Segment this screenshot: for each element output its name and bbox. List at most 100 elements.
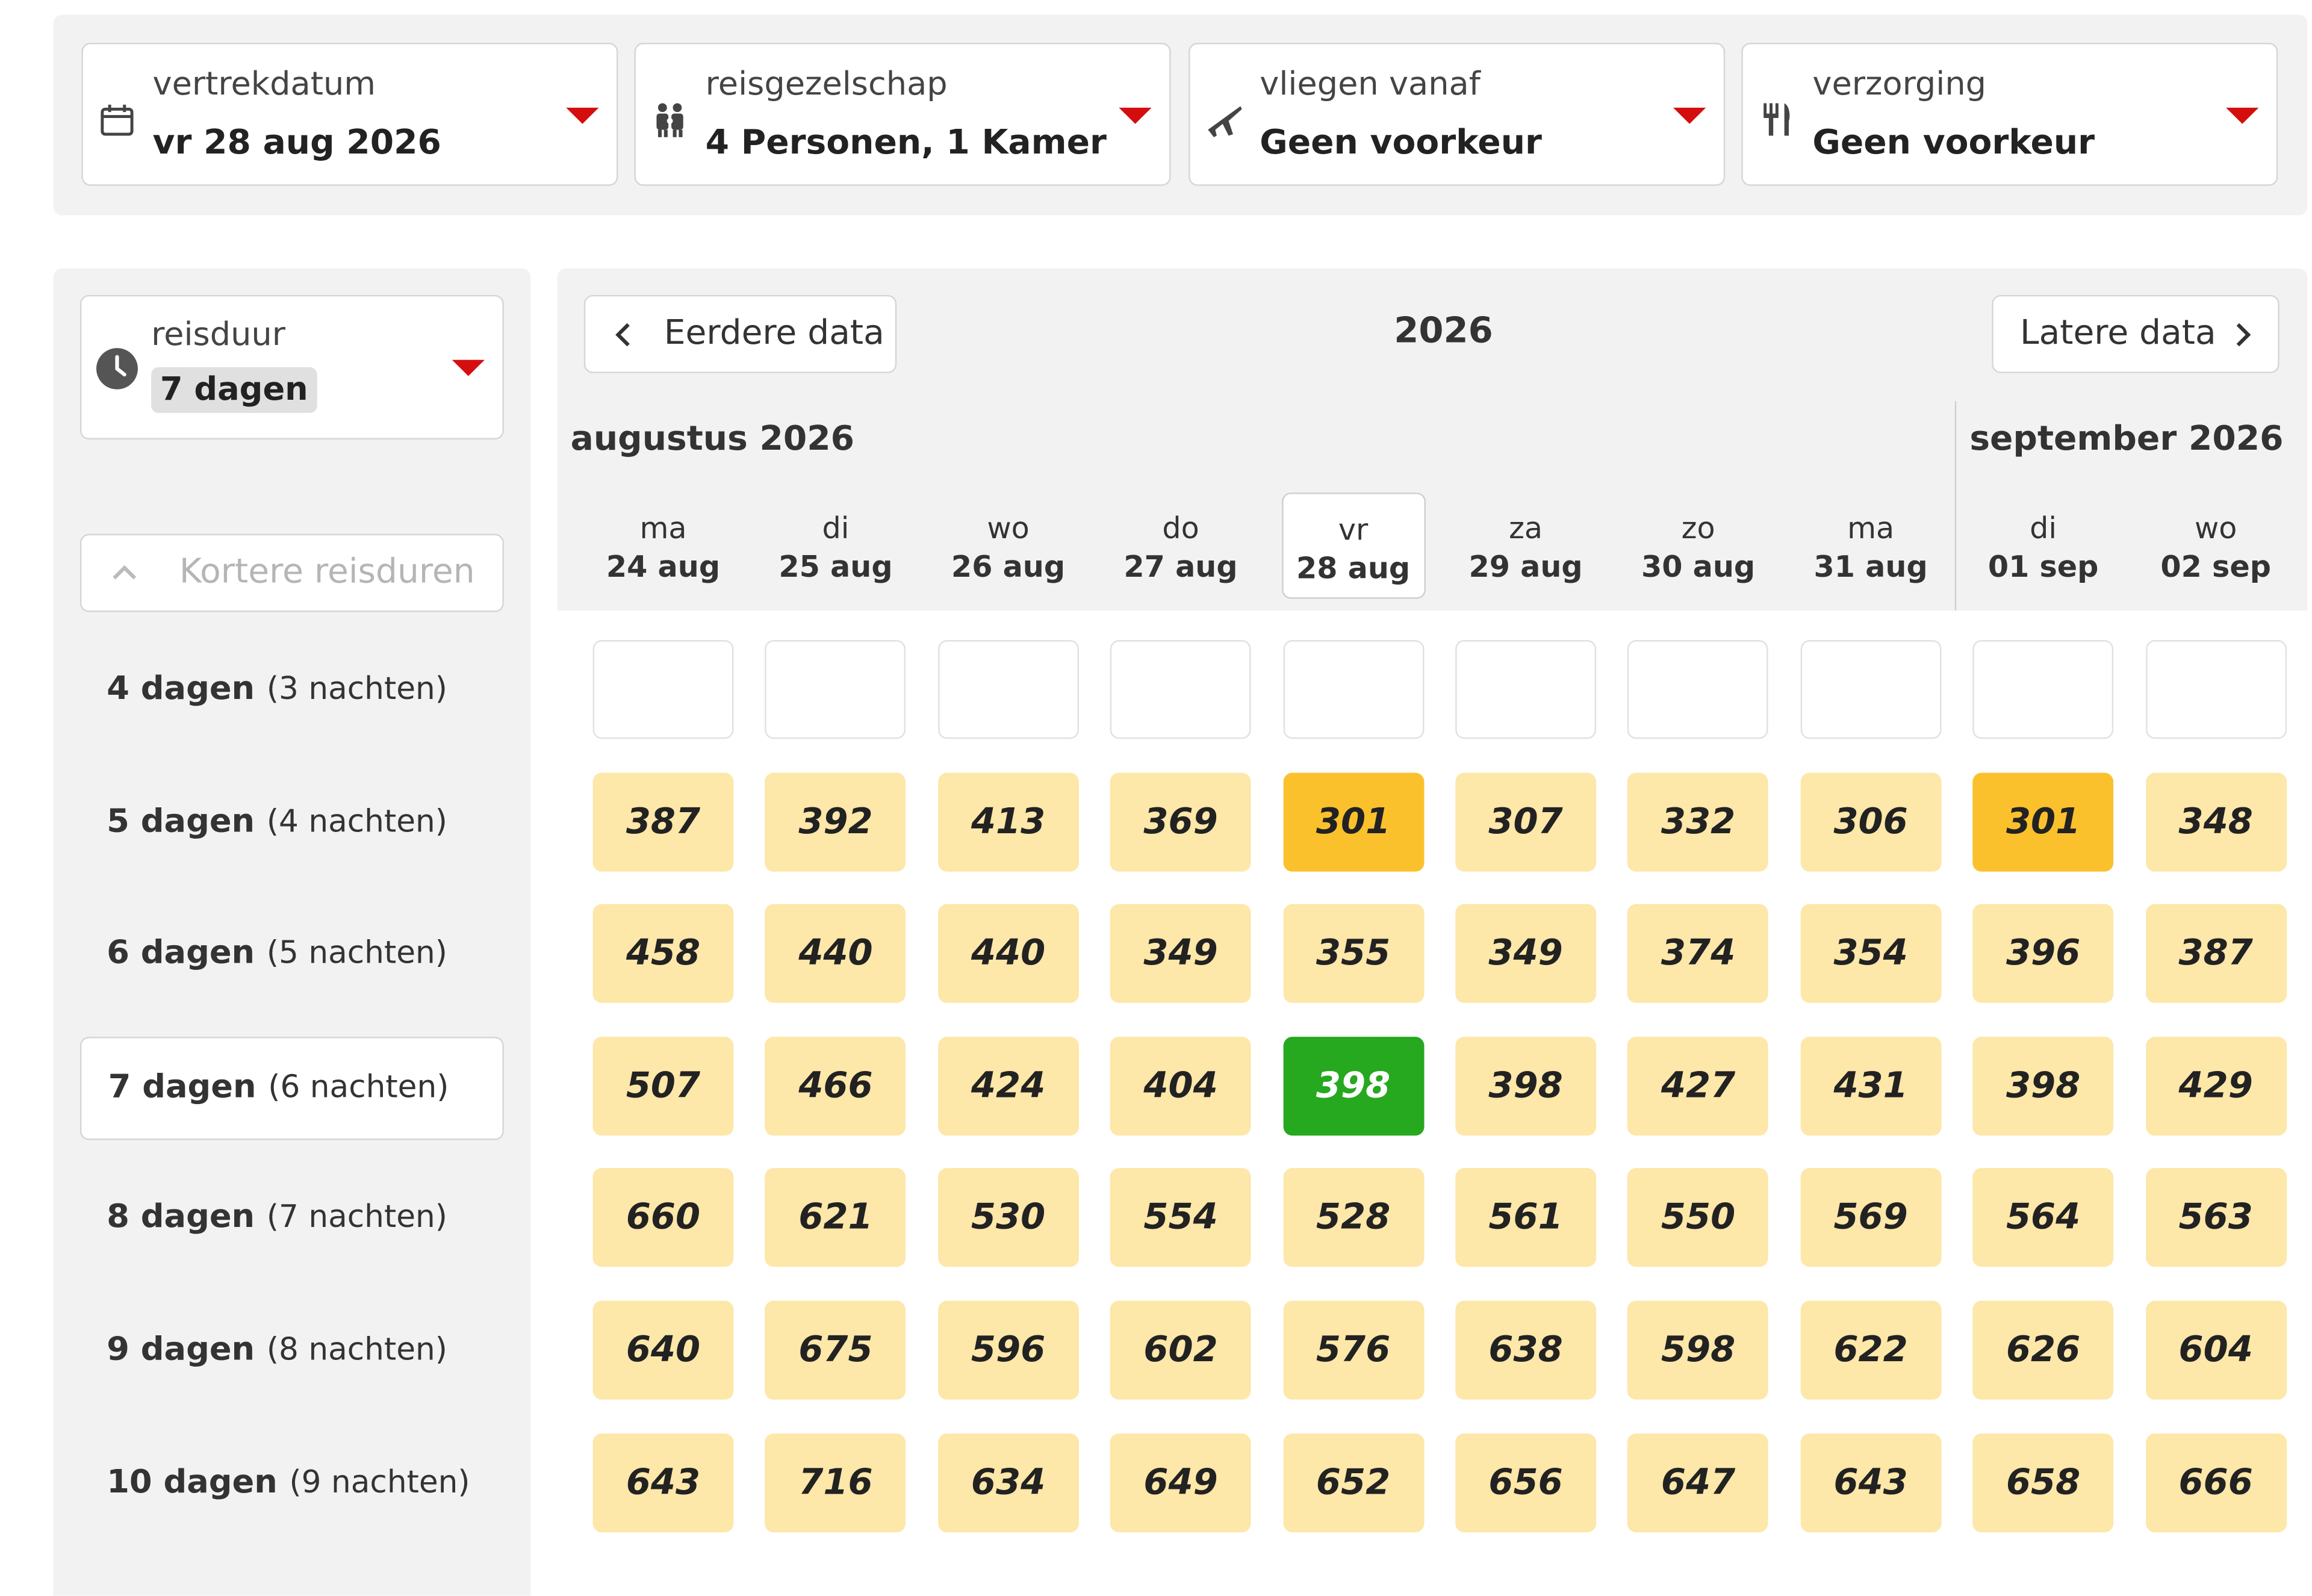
price-cell[interactable]: 561 xyxy=(1455,1169,1597,1268)
duration-nights: (5 nachten) xyxy=(266,935,447,971)
price-cell[interactable]: 301 xyxy=(1972,772,2114,871)
price-cell[interactable]: 643 xyxy=(1800,1433,1942,1532)
caret-down-icon xyxy=(2226,107,2259,124)
price-cell[interactable]: 660 xyxy=(592,1169,734,1268)
day-column-header[interactable]: di 25 aug xyxy=(764,492,908,598)
price-cell[interactable]: 348 xyxy=(2145,772,2287,871)
price-cell[interactable]: 392 xyxy=(765,772,906,871)
price-cell[interactable]: 598 xyxy=(1627,1300,1769,1400)
price-cell[interactable]: 354 xyxy=(1800,904,1942,1004)
day-column-header[interactable]: wo 26 aug xyxy=(936,492,1080,598)
duration-option[interactable]: 8 dagen (7 nachten) xyxy=(80,1169,504,1272)
price-cell[interactable]: 622 xyxy=(1800,1300,1942,1400)
price-cell[interactable]: 634 xyxy=(937,1433,1079,1532)
price-cell[interactable]: 596 xyxy=(937,1300,1079,1400)
filter-value: 4 Personen, 1 Kamer xyxy=(705,123,1107,163)
chevron-left-icon xyxy=(615,323,630,347)
price-cell[interactable]: 332 xyxy=(1627,772,1769,871)
price-cell[interactable]: 528 xyxy=(1282,1169,1424,1268)
price-cell[interactable]: 716 xyxy=(765,1433,906,1532)
weekday-name: ma xyxy=(639,510,687,546)
day-column-header[interactable]: wo 02 sep xyxy=(2144,492,2288,598)
shorter-durations-button[interactable]: Kortere reisduren xyxy=(79,533,504,612)
price-cell[interactable]: 649 xyxy=(1110,1433,1251,1532)
duration-option[interactable]: 5 dagen (4 nachten) xyxy=(80,772,504,875)
price-cell[interactable]: 658 xyxy=(1972,1433,2114,1532)
duration-option[interactable]: 9 dagen (8 nachten) xyxy=(80,1301,504,1404)
duration-days: 9 dagen xyxy=(107,1332,255,1369)
price-cell[interactable]: 626 xyxy=(1972,1300,2114,1400)
price-cell[interactable]: 413 xyxy=(937,772,1079,871)
price-cell[interactable]: 431 xyxy=(1800,1036,1942,1135)
price-cell[interactable]: 507 xyxy=(592,1036,734,1135)
price-cell[interactable]: 652 xyxy=(1282,1433,1424,1532)
price-cell[interactable]: 602 xyxy=(1110,1300,1251,1400)
later-dates-button[interactable]: Latere data xyxy=(1992,294,2279,373)
price-cell[interactable]: 640 xyxy=(592,1300,734,1400)
day-column-header[interactable]: vr 28 aug xyxy=(1281,492,1425,599)
price-cell[interactable]: 301 xyxy=(1282,772,1424,871)
price-cell[interactable]: 404 xyxy=(1110,1036,1251,1135)
price-cell[interactable]: 563 xyxy=(2145,1169,2287,1268)
price-cell[interactable]: 396 xyxy=(1972,904,2114,1004)
day-column-header[interactable]: di 01 sep xyxy=(1971,492,2115,598)
trip-duration-select[interactable]: reisduur 7 dagen xyxy=(79,294,504,440)
price-cell[interactable]: 621 xyxy=(765,1169,906,1268)
price-cell[interactable]: 656 xyxy=(1455,1433,1597,1532)
price-cell[interactable]: 675 xyxy=(765,1300,906,1400)
price-cell[interactable]: 387 xyxy=(592,772,734,871)
duration-days: 6 dagen xyxy=(107,935,255,972)
duration-option[interactable]: 7 dagen (6 nachten) xyxy=(79,1036,504,1140)
departure-airport-filter[interactable]: vliegen vanaf Geen voorkeur xyxy=(1189,43,1726,186)
price-cell[interactable]: 424 xyxy=(937,1036,1079,1135)
caret-down-icon xyxy=(1673,107,1706,124)
duration-nights: (3 nachten) xyxy=(266,671,447,707)
price-cell[interactable]: 666 xyxy=(2145,1433,2287,1532)
price-cell[interactable]: 355 xyxy=(1282,904,1424,1004)
filter-value: Geen voorkeur xyxy=(1260,123,1542,163)
duration-option[interactable]: 10 dagen (9 nachten) xyxy=(80,1433,504,1536)
price-cell[interactable]: 647 xyxy=(1627,1433,1769,1532)
price-cell[interactable]: 466 xyxy=(765,1036,906,1135)
price-cell[interactable]: 576 xyxy=(1282,1300,1424,1400)
duration-nights: (4 nachten) xyxy=(266,803,447,839)
earlier-dates-button[interactable]: Eerdere data xyxy=(583,294,897,373)
board-type-filter[interactable]: verzorging Geen voorkeur xyxy=(1741,43,2278,186)
price-cell[interactable]: 643 xyxy=(592,1433,734,1532)
price-cell[interactable]: 458 xyxy=(592,904,734,1004)
day-column-header[interactable]: za 29 aug xyxy=(1454,492,1598,598)
price-cell[interactable]: 307 xyxy=(1455,772,1597,871)
duration-option[interactable]: 4 dagen (3 nachten) xyxy=(80,640,504,743)
chevron-up-icon xyxy=(113,565,137,580)
price-cell[interactable]: 427 xyxy=(1627,1036,1769,1135)
price-cell[interactable]: 387 xyxy=(2145,904,2287,1004)
price-cell[interactable]: 564 xyxy=(1972,1169,2114,1268)
price-cell-empty xyxy=(1110,640,1251,739)
weekday-name: do xyxy=(1162,510,1199,546)
price-cell[interactable]: 569 xyxy=(1800,1169,1942,1268)
price-cell[interactable]: 398 xyxy=(1282,1036,1424,1135)
price-cell[interactable]: 374 xyxy=(1627,904,1769,1004)
price-cell[interactable]: 440 xyxy=(765,904,906,1004)
departure-date-filter[interactable]: vertrekdatum vr 28 aug 2026 xyxy=(81,43,618,186)
cutlery-icon xyxy=(1764,103,1790,136)
price-cell[interactable]: 369 xyxy=(1110,772,1251,871)
day-column-header[interactable]: zo 30 aug xyxy=(1626,492,1770,598)
price-cell[interactable]: 530 xyxy=(937,1169,1079,1268)
price-cell[interactable]: 638 xyxy=(1455,1300,1597,1400)
price-cell[interactable]: 398 xyxy=(1455,1036,1597,1135)
price-cell[interactable]: 554 xyxy=(1110,1169,1251,1268)
price-cell[interactable]: 550 xyxy=(1627,1169,1769,1268)
price-cell[interactable]: 398 xyxy=(1972,1036,2114,1135)
duration-option[interactable]: 6 dagen (5 nachten) xyxy=(80,904,504,1007)
day-column-header[interactable]: ma 31 aug xyxy=(1799,492,1943,598)
price-cell[interactable]: 440 xyxy=(937,904,1079,1004)
price-cell[interactable]: 349 xyxy=(1455,904,1597,1004)
price-cell[interactable]: 429 xyxy=(2145,1036,2287,1135)
price-cell[interactable]: 604 xyxy=(2145,1300,2287,1400)
day-column-header[interactable]: do 27 aug xyxy=(1109,492,1253,598)
day-column-header[interactable]: ma 24 aug xyxy=(591,492,735,598)
price-cell[interactable]: 306 xyxy=(1800,772,1942,871)
travel-party-filter[interactable]: reisgezelschap 4 Personen, 1 Kamer xyxy=(634,43,1171,186)
price-cell[interactable]: 349 xyxy=(1110,904,1251,1004)
